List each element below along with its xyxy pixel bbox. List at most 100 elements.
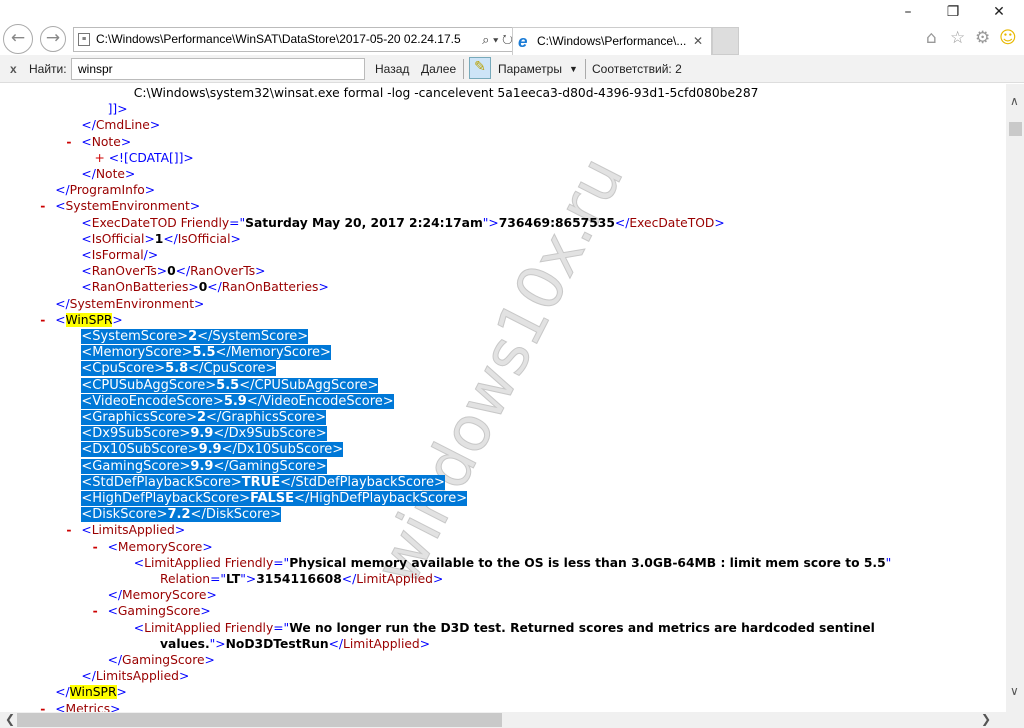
xml-line-selected: <Dx10SubScore>9.9</Dx10SubScore> bbox=[81, 441, 344, 458]
xml-value: 0 bbox=[167, 264, 176, 279]
xml-line-selected: <HighDefPlaybackScore>FALSE</HighDefPlay… bbox=[81, 490, 468, 506]
back-button[interactable]: ← bbox=[3, 24, 33, 54]
scroll-up-icon[interactable]: ∧ bbox=[1010, 94, 1019, 108]
address-bar[interactable]: ≡ C:\Windows\Performance\WinSAT\DataStor… bbox=[73, 27, 518, 52]
search-refresh-controls[interactable]: ⌕ ▾ ↻ bbox=[479, 28, 513, 51]
xml-tag-name: LimitApplied bbox=[144, 555, 221, 570]
xml-value: 7.2 bbox=[167, 507, 191, 523]
scroll-down-icon[interactable]: ∨ bbox=[1010, 684, 1019, 698]
ie-icon: e bbox=[518, 32, 528, 51]
xml-line: - <Note> bbox=[66, 134, 131, 150]
xml-line: <RanOverTs>0</RanOverTs> bbox=[81, 263, 265, 279]
xml-tag-name: RanOnBatteries bbox=[91, 280, 189, 295]
settings-icon[interactable]: ⚙ bbox=[975, 28, 990, 48]
collapse-toggle[interactable]: - bbox=[93, 539, 98, 555]
close-find-icon[interactable]: x bbox=[10, 62, 17, 76]
xml-line-content: <HighDefPlaybackScore>FALSE</HighDefPlay… bbox=[81, 491, 468, 506]
highlight-matches-button[interactable]: ✎ bbox=[469, 57, 491, 79]
xml-tag-name: LimitsApplied bbox=[95, 669, 179, 684]
xml-markup: < bbox=[81, 231, 92, 246]
xml-tag-name: ExecDateTOD bbox=[629, 215, 715, 230]
xml-markup: > bbox=[178, 669, 190, 684]
xml-line: <LimitApplied Friendly="Physical memory … bbox=[134, 555, 892, 571]
xml-markup: </ bbox=[107, 588, 123, 603]
xml-line-content: <GamingScore> bbox=[108, 604, 211, 618]
collapse-toggle[interactable]: - bbox=[93, 603, 98, 619]
expand-toggle[interactable]: + bbox=[95, 151, 109, 165]
xml-line-content: <Note> bbox=[81, 135, 131, 149]
xml-value: We no longer run the D3D test. Returned … bbox=[289, 620, 875, 635]
xml-line-content: <SystemEnvironment> bbox=[55, 199, 200, 213]
xml-markup: <![CDATA[]]> bbox=[108, 150, 194, 165]
xml-line-content: <LimitsApplied> bbox=[81, 523, 185, 537]
xml-markup: < bbox=[55, 312, 66, 327]
xml-line: - <GamingScore> bbox=[93, 603, 211, 619]
xml-markup: > bbox=[206, 588, 217, 603]
tab-close-icon[interactable]: ✕ bbox=[693, 28, 703, 55]
xml-markup: </ bbox=[55, 183, 70, 198]
feedback-icon[interactable]: ☺ bbox=[999, 28, 1017, 48]
horizontal-scroll-thumb[interactable] bbox=[17, 713, 502, 727]
xml-markup: > bbox=[194, 296, 205, 311]
collapse-toggle[interactable]: - bbox=[66, 134, 71, 150]
xml-markup: </ bbox=[341, 572, 357, 586]
xml-markup: =" bbox=[229, 215, 246, 230]
xml-markup: </ bbox=[207, 280, 222, 295]
tab-title: C:\Windows\Performance\... bbox=[537, 34, 687, 48]
xml-tag-name: SystemEnvironment bbox=[69, 296, 195, 311]
xml-line-content: <CpuScore>5.8</CpuScore> bbox=[81, 361, 277, 377]
search-match-highlight: WinSPR bbox=[65, 312, 113, 327]
vertical-scrollbar[interactable]: ∧ ∨ bbox=[1006, 84, 1024, 712]
find-label: Найти: bbox=[29, 62, 67, 76]
xml-line: values.">NoD3DTestRun</LimitApplied> bbox=[160, 636, 430, 652]
collapse-toggle[interactable]: - bbox=[40, 198, 45, 214]
xml-line-content: C:\Windows\system32\winsat.exe formal -l… bbox=[134, 86, 759, 100]
horizontal-scrollbar[interactable]: ❮ ❯ bbox=[0, 712, 1006, 728]
xml-line-content: <Metrics> bbox=[55, 702, 120, 712]
xml-line-content: <IsOfficial>1</IsOfficial> bbox=[81, 232, 240, 246]
xml-markup: > bbox=[188, 280, 199, 295]
xml-line-selected: <CpuScore>5.8</CpuScore> bbox=[81, 360, 277, 377]
collapse-toggle[interactable]: - bbox=[66, 522, 71, 538]
xml-tag-name: IsFormal bbox=[91, 248, 144, 262]
xml-line: </LimitsApplied> bbox=[81, 668, 189, 684]
home-icon[interactable]: ⌂ bbox=[926, 28, 937, 48]
scroll-left-icon[interactable]: ❮ bbox=[5, 712, 15, 726]
find-next-button[interactable]: Далее bbox=[421, 62, 456, 76]
options-button[interactable]: Параметры bbox=[498, 62, 562, 76]
xml-value: FALSE bbox=[250, 491, 295, 506]
page-icon: ≡ bbox=[78, 33, 90, 46]
find-input[interactable] bbox=[71, 58, 365, 80]
xml-value: LT bbox=[226, 572, 241, 586]
collapse-toggle[interactable]: - bbox=[40, 312, 45, 328]
xml-tag-name: GamingScore bbox=[117, 604, 201, 619]
xml-document: windows10x.ru C:\Windows\system32\winsat… bbox=[0, 84, 1006, 712]
xml-value: TRUE bbox=[241, 474, 281, 490]
find-prev-button[interactable]: Назад bbox=[375, 62, 409, 76]
xml-value: 736469:8657535 bbox=[498, 215, 615, 230]
xml-markup: <Dx9SubScore> bbox=[81, 426, 191, 442]
xml-line-content: <SystemScore>2</SystemScore> bbox=[81, 329, 309, 344]
tab-active[interactable]: e C:\Windows\Performance\... ✕ bbox=[512, 27, 712, 55]
xml-tag-name: Note bbox=[91, 134, 121, 149]
xml-line-content: </CmdLine> bbox=[81, 118, 160, 132]
vertical-scroll-thumb[interactable] bbox=[1009, 122, 1022, 136]
xml-markup: </StdDefPlaybackScore> bbox=[280, 474, 445, 490]
scroll-right-icon[interactable]: ❯ bbox=[981, 712, 991, 726]
xml-line: - <WinSPR> bbox=[40, 312, 123, 328]
xml-markup: </ bbox=[81, 118, 96, 133]
xml-line-content: <ExecDateTOD Friendly="Saturday May 20, … bbox=[81, 216, 724, 230]
favorites-icon[interactable]: ☆ bbox=[950, 28, 965, 48]
xml-line-content: </MemoryScore> bbox=[108, 588, 217, 602]
collapse-toggle[interactable]: - bbox=[40, 701, 45, 712]
xml-markup: ]]> bbox=[107, 102, 128, 117]
xml-value: 5.5 bbox=[192, 345, 216, 361]
close-window-button[interactable]: ✕ bbox=[984, 4, 1014, 24]
minimize-button[interactable]: – bbox=[893, 4, 923, 24]
chevron-down-icon[interactable]: ▼ bbox=[569, 64, 578, 74]
new-tab-button[interactable] bbox=[712, 27, 739, 55]
xml-markup: </ bbox=[107, 653, 123, 667]
restore-button[interactable]: ❐ bbox=[938, 4, 968, 24]
xml-markup: =" bbox=[273, 555, 290, 570]
forward-button[interactable]: → bbox=[40, 26, 66, 52]
